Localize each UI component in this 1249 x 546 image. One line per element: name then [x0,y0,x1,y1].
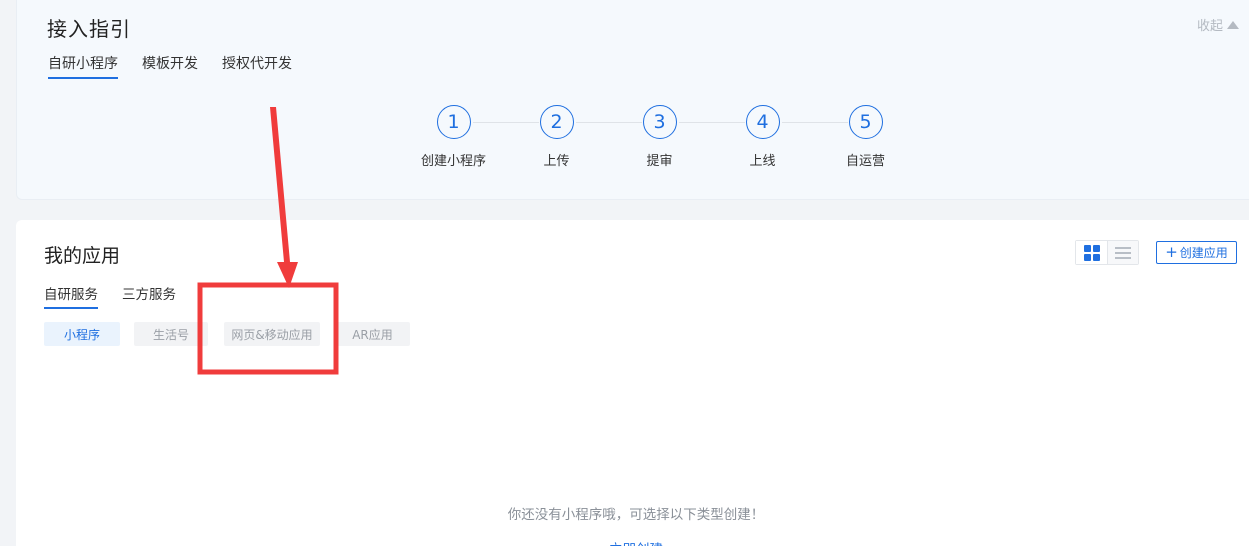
tab-self-developed-miniapp[interactable]: 自研小程序 [48,53,118,79]
step-connector [782,122,848,123]
step-number: 5 [848,105,883,139]
step-number: 2 [539,105,574,139]
step-2: 2 上传 [505,105,642,169]
step-4: 4 上线 [711,105,848,169]
chip-miniapp[interactable]: 小程序 [44,322,120,346]
plus-icon: + [1165,243,1178,261]
access-guide-panel: 接入指引 收起 自研小程序 模板开发 授权代开发 1 创建小程序 2 上传 3 … [16,0,1249,200]
collapse-button[interactable]: 收起 [1197,15,1239,34]
create-now-link[interactable]: 立即创建 [16,538,1249,546]
tab-third-party-services[interactable]: 三方服务 [122,283,176,309]
onboarding-steps: 1 创建小程序 2 上传 3 提审 4 上线 5 自运营 [402,105,917,169]
empty-state-text: 你还没有小程序哦，可选择以下类型创建！ [507,507,765,523]
chip-ar-app[interactable]: AR应用 [335,322,410,346]
list-view-icon [1115,246,1131,259]
chip-life-account[interactable]: 生活号 [134,322,208,346]
apps-tabs: 自研服务 三方服务 [44,283,176,309]
step-connector [473,122,539,123]
step-connector [576,122,642,123]
step-5: 5 自运营 [814,105,917,169]
grid-view-icon [1083,244,1100,261]
step-label: 上传 [543,154,570,169]
list-view-button[interactable] [1107,241,1138,264]
grid-view-button[interactable] [1076,241,1107,264]
view-toggle [1075,240,1139,265]
step-number: 3 [642,105,677,139]
step-connector [679,122,745,123]
guide-tabs: 自研小程序 模板开发 授权代开发 [48,53,292,79]
tab-self-developed-services[interactable]: 自研服务 [44,283,98,309]
tab-authorized-development[interactable]: 授权代开发 [222,53,292,79]
step-number: 1 [436,105,471,139]
create-app-button[interactable]: + 创建应用 [1156,241,1237,264]
apps-title: 我的应用 [44,245,121,267]
guide-title: 接入指引 [47,17,131,41]
step-label: 提审 [646,154,673,169]
step-number: 4 [745,105,780,139]
chip-web-mobile-app[interactable]: 网页&移动应用 [224,322,320,346]
my-apps-panel: 我的应用 + 创建应用 自研服务 三方服务 小程序 生活号 网页&移动应用 AR… [16,220,1249,546]
step-1: 1 创建小程序 [402,105,539,169]
create-app-label: 创建应用 [1179,246,1228,260]
tab-template-development[interactable]: 模板开发 [142,53,198,79]
caret-up-icon [1227,20,1239,29]
step-label: 创建小程序 [420,154,486,169]
step-label: 上线 [749,154,776,169]
step-label: 自运营 [845,154,885,169]
step-3: 3 提审 [608,105,745,169]
collapse-label: 收起 [1196,19,1223,34]
